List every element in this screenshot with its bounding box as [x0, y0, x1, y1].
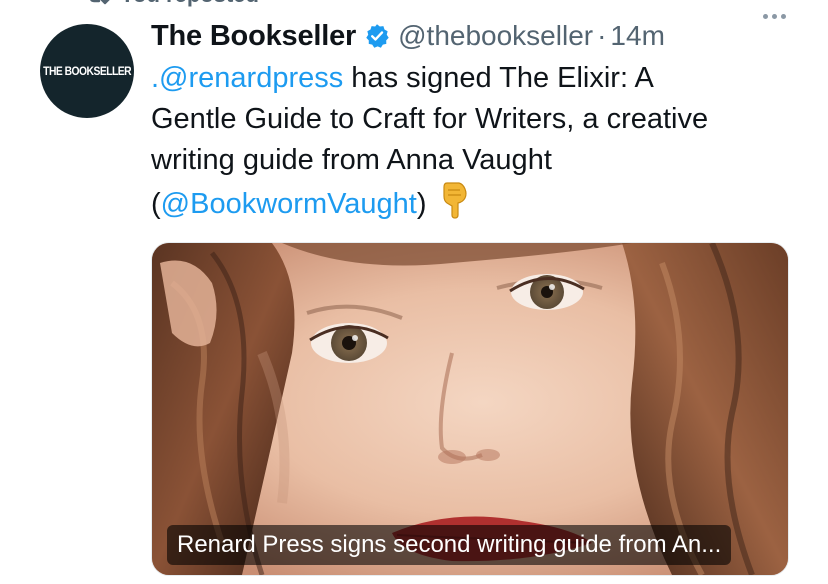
- media-card[interactable]: Renard Press signs second writing guide …: [151, 242, 789, 576]
- repost-icon: [86, 0, 110, 6]
- tweet-card[interactable]: You reposted THE BOOKSELLER The Booksell…: [0, 0, 828, 584]
- author-display-name[interactable]: The Bookseller: [151, 20, 356, 53]
- author-handle[interactable]: @thebookseller: [398, 20, 593, 52]
- tweet-text-line-3: writing guide from Anna Vaught: [151, 144, 552, 176]
- tweet-text-line-1: .@renardpress has signed The Elixir: A: [151, 58, 801, 99]
- pointing-down-hand-icon: [441, 181, 469, 231]
- tweet-timestamp[interactable]: 14m: [610, 20, 664, 52]
- tweet-text: .@renardpress has signed The Elixir: A G…: [151, 58, 801, 231]
- mention-link-bookwormvaught[interactable]: @BookwormVaught: [161, 188, 417, 220]
- social-context-label: You reposted: [120, 0, 259, 8]
- tweet-text-line-2: Gentle Guide to Craft for Writers, a cre…: [151, 103, 709, 135]
- tweet-text-line-4: (@BookwormVaught): [151, 181, 801, 231]
- paren-open: (: [151, 188, 161, 220]
- verified-badge-icon[interactable]: [364, 23, 390, 49]
- avatar[interactable]: THE BOOKSELLER: [40, 24, 134, 118]
- tweet-text-segment: has signed The Elixir: A: [343, 62, 654, 94]
- social-context: You reposted: [86, 0, 259, 8]
- paren-close: ): [416, 188, 427, 220]
- media-caption[interactable]: Renard Press signs second writing guide …: [167, 525, 732, 565]
- avatar-logo-text: THE BOOKSELLER: [43, 64, 131, 78]
- more-options-icon[interactable]: [763, 14, 786, 19]
- mention-link-renardpress[interactable]: .@renardpress: [151, 62, 343, 94]
- tweet-header: The Bookseller @thebookseller · 14m: [151, 14, 828, 58]
- header-separator: ·: [597, 20, 607, 51]
